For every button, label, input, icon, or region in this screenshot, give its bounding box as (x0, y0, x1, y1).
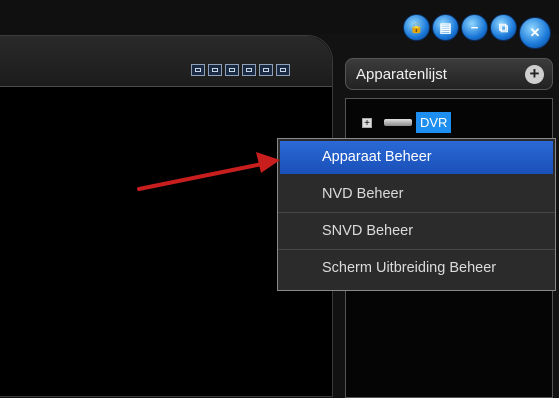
view-toolbar (191, 64, 290, 76)
menu-item-snvd-beheer[interactable]: SNVD Beheer (278, 213, 555, 250)
device-label[interactable]: DVR (416, 112, 452, 133)
menu-item-scherm-uitbreiding-beheer[interactable]: Scherm Uitbreiding Beheer (278, 250, 555, 287)
dvr-device-icon (384, 119, 412, 126)
minimize-button[interactable]: − (461, 14, 488, 41)
minimize-icon: − (470, 20, 479, 35)
grid-icon[interactable] (208, 64, 222, 76)
split-icon[interactable] (225, 64, 239, 76)
lock-button[interactable]: 🔒 (403, 14, 430, 41)
menu-item-apparaat-beheer[interactable]: Apparaat Beheer (280, 141, 553, 174)
close-view-icon[interactable] (276, 64, 290, 76)
plus-icon: + (529, 64, 540, 83)
audio-icon[interactable] (259, 64, 273, 76)
list-button[interactable]: ▤ (432, 14, 459, 41)
fullscreen-icon[interactable] (242, 64, 256, 76)
expand-icon[interactable]: + (362, 117, 372, 128)
context-menu: Apparaat Beheer NVD Beheer SNVD Beheer S… (277, 138, 556, 291)
restore-icon: ⧉ (498, 19, 509, 35)
list-icon: ▤ (439, 19, 452, 35)
menu-item-nvd-beheer[interactable]: NVD Beheer (278, 176, 555, 213)
close-icon: ✕ (529, 25, 541, 40)
add-device-button[interactable]: + (525, 65, 544, 84)
restore-button[interactable]: ⧉ (490, 14, 517, 41)
layout-icon[interactable] (191, 64, 205, 76)
close-button[interactable]: ✕ (519, 17, 551, 49)
window-controls: 🔒 ▤ − ⧉ ✕ (403, 14, 551, 49)
video-panel-header (0, 36, 332, 87)
device-list-header: Apparatenlijst + (345, 58, 553, 90)
lock-icon: 🔒 (409, 22, 424, 34)
device-list-title: Apparatenlijst (356, 66, 447, 83)
tree-row-dvr[interactable]: + DVR (362, 112, 452, 133)
